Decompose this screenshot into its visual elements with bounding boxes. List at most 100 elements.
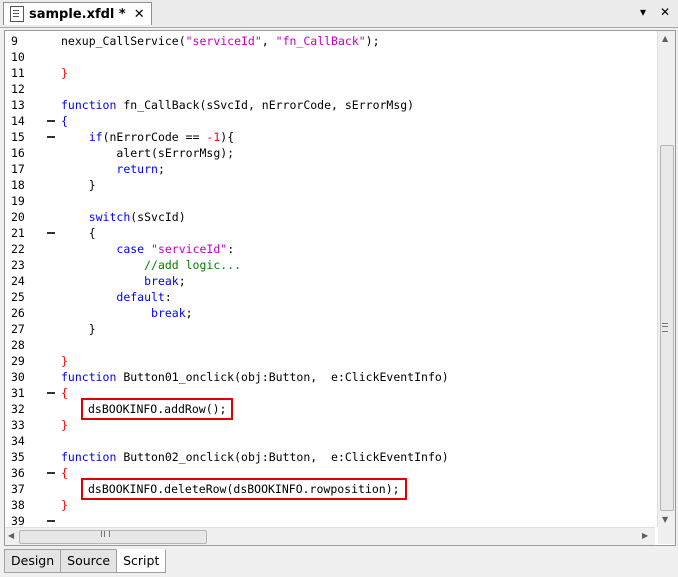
code-line[interactable]: 22 case "serviceId": — [5, 241, 655, 257]
code-text: { — [61, 465, 68, 481]
code-token: , — [261, 34, 276, 48]
code-line[interactable]: 33} — [5, 417, 655, 433]
code-token: : — [227, 242, 235, 256]
vertical-scrollbar[interactable]: ▲ ▼ — [657, 31, 675, 527]
code-line[interactable]: 28 — [5, 337, 655, 353]
code-line[interactable]: 30 function Button01_onclick(obj:Button, … — [5, 369, 655, 385]
line-number: 11 — [11, 66, 25, 80]
close-icon[interactable]: ✕ — [660, 5, 670, 19]
tab-script[interactable]: Script — [116, 549, 167, 573]
code-token: { — [61, 114, 68, 128]
line-number: 19 — [11, 194, 25, 208]
code-line[interactable]: 24 break; — [5, 273, 655, 289]
grip-icon — [101, 531, 110, 537]
line-number: 9 — [11, 34, 18, 48]
code-line[interactable]: 29} — [5, 353, 655, 369]
fold-marker-icon[interactable] — [47, 520, 55, 522]
code-text: break; — [61, 305, 193, 321]
code-token: function — [61, 450, 117, 464]
code-line[interactable]: 13 function fn_CallBack(sSvcId, nErrorCod… — [5, 97, 655, 113]
fold-marker-icon[interactable] — [47, 392, 55, 394]
scroll-right-icon[interactable]: ▶ — [642, 531, 648, 540]
scroll-down-icon[interactable]: ▼ — [662, 515, 668, 524]
line-number: 34 — [11, 434, 25, 448]
code-line[interactable]: 18 } — [5, 177, 655, 193]
code-line[interactable]: 26 break; — [5, 305, 655, 321]
code-line[interactable]: 9 nexup_CallService("serviceId", "fn_Call… — [5, 33, 655, 49]
code-token: ){ — [220, 130, 235, 144]
code-line[interactable]: 19 — [5, 193, 655, 209]
code-line[interactable]: 20 switch(sSvcId) — [5, 209, 655, 225]
code-token: "serviceId" — [185, 34, 262, 48]
code-line[interactable]: 12 — [5, 81, 655, 97]
code-token: } — [61, 322, 96, 336]
code-text: } — [61, 65, 68, 81]
line-number: 31 — [11, 386, 25, 400]
code-text: switch(sSvcId) — [61, 209, 186, 225]
code-line[interactable]: 38} — [5, 497, 655, 513]
horizontal-scroll-thumb[interactable] — [19, 530, 207, 544]
code-text: } — [61, 353, 68, 369]
code-line[interactable]: 37 dsBOOKINFO.deleteRow(dsBOOKINFO.rowpos… — [5, 478, 655, 500]
scroll-up-icon[interactable]: ▲ — [662, 34, 668, 43]
code-token: ; — [185, 306, 193, 320]
tab-source[interactable]: Source — [60, 549, 118, 573]
tab-design[interactable]: Design — [4, 549, 62, 573]
code-line[interactable]: 36 { — [5, 465, 655, 481]
highlight-box: dsBOOKINFO.deleteRow(dsBOOKINFO.rowposit… — [81, 478, 407, 500]
code-area[interactable]: 9 nexup_CallService("serviceId", "fn_Call… — [5, 31, 655, 527]
horizontal-scrollbar[interactable]: ◀ ▶ — [5, 527, 655, 545]
code-line[interactable]: 35 function Button02_onclick(obj:Button, … — [5, 449, 655, 465]
code-line[interactable]: 15 if(nErrorCode == -1){ — [5, 129, 655, 145]
code-line[interactable]: 23 //add logic... — [5, 257, 655, 273]
fold-marker-icon[interactable] — [47, 232, 55, 234]
code-line[interactable]: 39 — [5, 513, 655, 527]
code-line[interactable]: 10 — [5, 49, 655, 65]
code-token: { — [61, 466, 68, 480]
code-line[interactable]: 21 { — [5, 225, 655, 241]
code-line[interactable]: 34 — [5, 433, 655, 449]
code-line[interactable]: 11} — [5, 65, 655, 81]
scroll-left-icon[interactable]: ◀ — [8, 531, 14, 540]
code-token: default — [116, 290, 165, 304]
code-token: { — [61, 386, 68, 400]
fold-marker-icon[interactable] — [47, 136, 55, 138]
line-number: 17 — [11, 162, 25, 176]
code-token: switch — [88, 210, 131, 224]
code-token: dsBOOKINFO.deleteRow(dsBOOKINFO.rowposit… — [88, 482, 400, 496]
line-number: 10 — [11, 50, 25, 64]
grip-icon — [662, 323, 668, 332]
fold-marker-icon[interactable] — [47, 472, 55, 474]
fold-marker-icon[interactable] — [47, 120, 55, 122]
code-line[interactable]: 17 return; — [5, 161, 655, 177]
code-token: return — [116, 162, 158, 176]
code-token: nexup_CallService( — [61, 34, 186, 48]
chevron-down-icon[interactable]: ▾ — [640, 5, 646, 19]
code-text: { — [61, 385, 68, 401]
code-token: } — [61, 178, 96, 192]
code-line[interactable]: 32 dsBOOKINFO.addRow(); — [5, 398, 655, 420]
code-text: function fn_CallBack(sSvcId, nErrorCode,… — [61, 97, 414, 113]
tab-sample-xfdl[interactable]: sample.xfdl * ✕ — [3, 2, 152, 25]
code-text: dsBOOKINFO.addRow(); — [25, 398, 234, 420]
line-number: 20 — [11, 210, 25, 224]
code-token: case — [116, 242, 145, 256]
code-line[interactable]: 27 } — [5, 321, 655, 337]
code-token: { — [61, 226, 96, 240]
close-icon[interactable]: ✕ — [134, 7, 145, 22]
code-line[interactable]: 16 alert(sErrorMsg); — [5, 145, 655, 161]
document-icon — [10, 6, 24, 22]
code-text: dsBOOKINFO.deleteRow(dsBOOKINFO.rowposit… — [25, 478, 407, 500]
code-line[interactable]: 25 default: — [5, 289, 655, 305]
line-number: 24 — [11, 274, 25, 288]
code-token: break — [151, 306, 186, 320]
line-number: 15 — [11, 130, 25, 144]
code-line[interactable]: 14 { — [5, 113, 655, 129]
code-token: function — [61, 370, 117, 384]
code-line[interactable]: 31 { — [5, 385, 655, 401]
